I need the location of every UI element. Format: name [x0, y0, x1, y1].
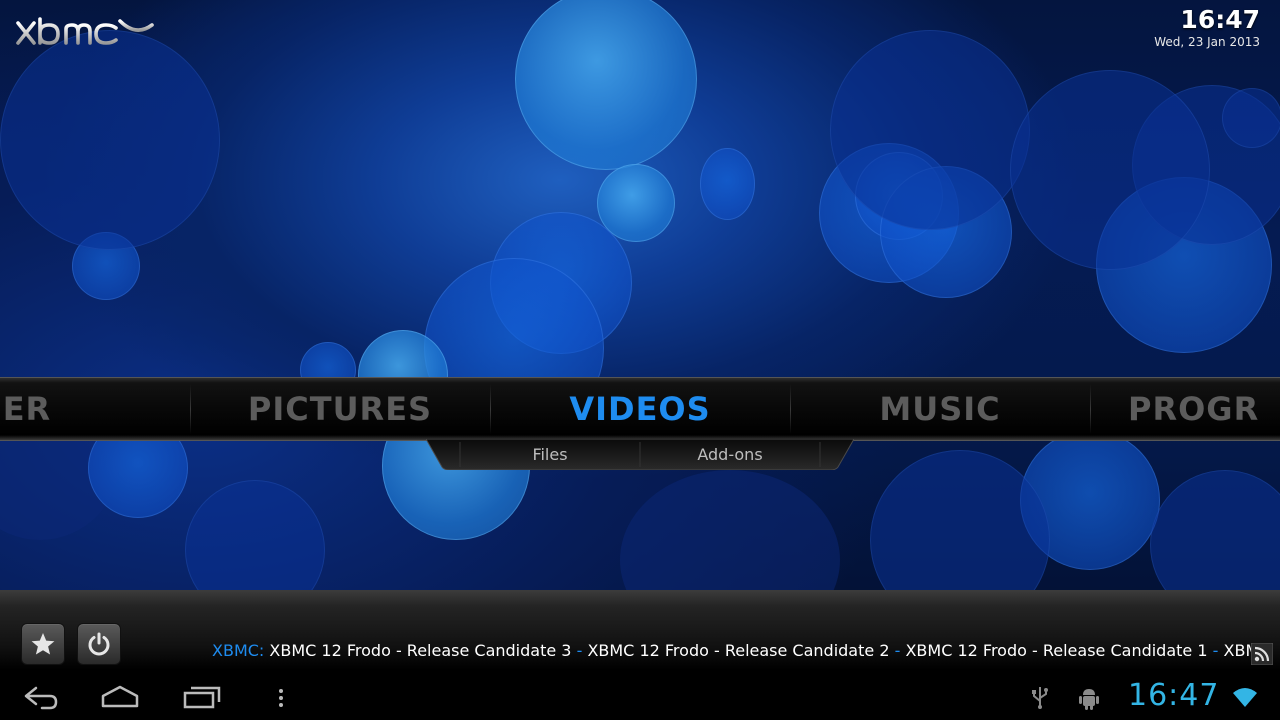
rss-icon[interactable] — [1251, 643, 1273, 665]
star-icon — [31, 633, 55, 655]
back-icon[interactable] — [22, 684, 60, 712]
menu-icon[interactable] — [276, 688, 286, 708]
rss-ticker: XBMC: XBMC 12 Frodo - Release Candidate … — [212, 641, 1270, 663]
android-debug-icon — [1079, 689, 1099, 710]
power-button[interactable] — [77, 623, 121, 665]
favourites-button[interactable] — [21, 623, 65, 665]
menu-item-pictures[interactable]: PICTURES — [190, 378, 490, 440]
ticker-separator: - — [894, 641, 901, 660]
submenu-files[interactable]: Files — [461, 439, 639, 470]
system-clock: 16:47 — [1128, 678, 1220, 713]
wifi-icon — [1233, 688, 1257, 707]
submenu: Files Add-ons — [426, 439, 854, 470]
main-menu: ATHER PICTURES VIDEOS MUSIC PROGR — [0, 377, 1280, 441]
background-image — [0, 0, 1280, 590]
xbmc-logo: xbmc — [16, 17, 154, 45]
submenu-addons[interactable]: Add-ons — [641, 439, 819, 470]
ticker-item[interactable]: XBMC 12 Frodo - Release Candidate 1 — [905, 641, 1207, 660]
clock-time: 16:47 — [1180, 5, 1260, 34]
power-icon — [88, 632, 110, 656]
clock-date: Wed, 23 Jan 2013 — [1154, 35, 1260, 49]
clock-widget: 16:47 Wed, 23 Jan 2013 — [1154, 5, 1260, 49]
ticker-separator: - — [1212, 641, 1219, 660]
xbmc-home-screen: xbmc 16:47 Wed, 23 Jan 2013 ATHER PICTUR… — [0, 0, 1280, 720]
home-icon[interactable] — [100, 684, 140, 710]
menu-item-programs[interactable]: PROGR — [1090, 378, 1280, 440]
ticker-label: XBMC: — [212, 641, 265, 660]
ticker-item[interactable]: XBMC 12 Frodo - Release Candidate 3 — [269, 641, 571, 660]
menu-item-videos[interactable]: VIDEOS — [490, 378, 790, 440]
menu-item-weather[interactable]: ATHER — [0, 378, 140, 440]
recent-apps-icon[interactable] — [183, 684, 221, 710]
menu-item-music[interactable]: MUSIC — [790, 378, 1090, 440]
ticker-separator: - — [576, 641, 583, 660]
ticker-item[interactable]: XBMC 12 Frodo - Release Candidate 2 — [587, 641, 889, 660]
usb-icon — [1032, 687, 1048, 709]
